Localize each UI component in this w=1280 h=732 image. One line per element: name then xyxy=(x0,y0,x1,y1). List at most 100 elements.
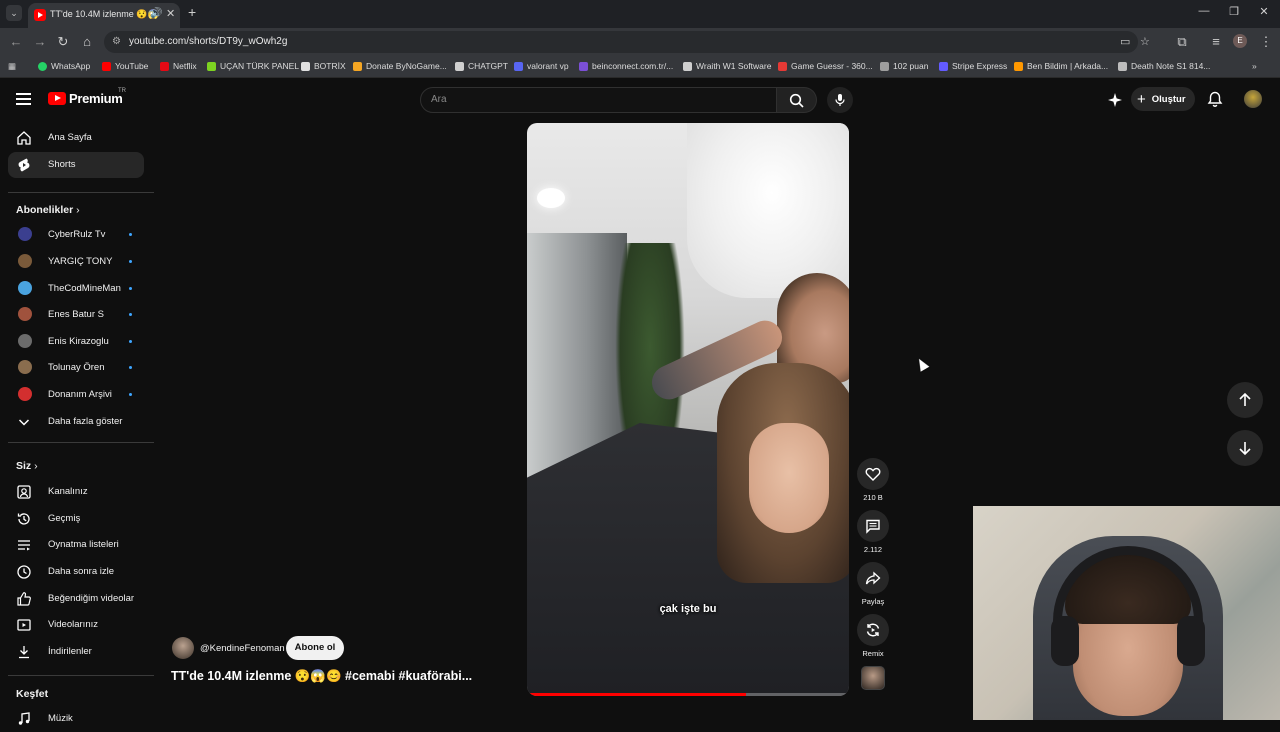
menu-kebab-icon[interactable]: ⋮ xyxy=(1258,34,1274,50)
sidebar-item-subscription[interactable]: Tolunay Ören xyxy=(8,355,144,381)
new-tab-button[interactable]: + xyxy=(188,4,196,20)
bookmark-item[interactable]: UÇAN TÜRK PANEL xyxy=(207,61,299,71)
forward-icon[interactable]: → xyxy=(32,34,48,49)
hamburger-menu-icon[interactable] xyxy=(16,93,31,105)
bookmark-item[interactable]: Wraith W1 Software xyxy=(683,61,771,71)
bookmark-item[interactable]: WhatsApp xyxy=(38,61,90,71)
next-short-button[interactable] xyxy=(1227,430,1263,466)
bookmark-item[interactable]: Game Guessr - 360... xyxy=(778,61,873,71)
avatar xyxy=(18,387,32,401)
speaker-icon[interactable]: 🔊 xyxy=(150,8,162,19)
subscribe-button[interactable]: Abone ol xyxy=(286,636,344,660)
avatar xyxy=(18,360,32,374)
playlist-icon xyxy=(18,540,30,551)
window-close-icon[interactable]: ✕ xyxy=(1254,5,1274,18)
bookmark-item[interactable]: beinconnect.com.tr/... xyxy=(579,61,673,71)
sidebar-item-label: Donanım Arşivi xyxy=(48,389,112,400)
channel-name[interactable]: @KendineFenoman xyxy=(200,643,285,654)
sound-thumbnail[interactable] xyxy=(861,666,885,690)
like-count: 210 B xyxy=(863,493,883,502)
bookmark-item[interactable]: Death Note S1 814... xyxy=(1118,61,1210,71)
previous-short-button[interactable] xyxy=(1227,382,1263,418)
maximize-icon[interactable]: ❐ xyxy=(1224,5,1244,18)
bookmark-item[interactable]: CHATGPT xyxy=(455,61,508,71)
reload-icon[interactable]: ↻ xyxy=(55,34,71,50)
sidebar-item-playlists[interactable]: Oynatma listeleri xyxy=(8,532,144,558)
new-content-dot xyxy=(129,340,132,343)
sidebar-item-subscription[interactable]: YARGIÇ TONY xyxy=(8,249,144,275)
search-button[interactable] xyxy=(777,87,817,113)
bookmark-item[interactable]: Stripe Express xyxy=(939,61,1007,71)
channel-avatar[interactable] xyxy=(172,637,194,659)
you-heading[interactable]: Siz › xyxy=(16,460,38,472)
back-icon[interactable]: ← xyxy=(8,34,24,49)
share-button[interactable] xyxy=(857,562,889,594)
sidebar-item-watch-later[interactable]: Daha sonra izle xyxy=(8,559,144,585)
sidebar-item-downloads[interactable]: İndirilenler xyxy=(8,639,144,665)
video-progress-bar[interactable] xyxy=(527,693,849,696)
download-icon xyxy=(19,646,29,659)
mouse-cursor-icon xyxy=(914,356,930,372)
bookmark-item[interactable]: BOTRİX xyxy=(301,61,346,71)
comments-button[interactable] xyxy=(857,510,889,542)
share-label: Paylaş xyxy=(861,597,885,606)
bookmark-item[interactable]: 102 puan xyxy=(880,61,928,71)
like-button[interactable] xyxy=(857,458,889,490)
more-bookmarks-icon[interactable]: » xyxy=(1252,61,1257,71)
sidebar-item-subscription[interactable]: TheCodMineMan xyxy=(8,276,144,302)
youtube-premium-logo[interactable]: Premium xyxy=(48,91,123,106)
browser-toolbar: ← → ↻ ⌂ ⚙ youtube.com/shorts/DT9y_wOwh2g… xyxy=(0,28,1280,56)
profile-avatar[interactable]: E xyxy=(1233,34,1247,48)
sidebar-item-subscription[interactable]: Donanım Arşivi xyxy=(8,382,144,408)
short-title[interactable]: TT'de 10.4M izlenme 😯😱😊 #cemabi #kuaföra… xyxy=(171,669,472,684)
browser-tab[interactable]: TT'de 10.4M izlenme 😯😱 🔊 ✕ xyxy=(28,3,180,28)
sidebar-item-liked-videos[interactable]: Beğendiğim videolar xyxy=(8,586,144,612)
show-more-button[interactable]: Daha fazla göster xyxy=(8,409,144,435)
bookmark-item[interactable]: YouTube xyxy=(102,61,148,71)
sidebar-item-home[interactable]: Ana Sayfa xyxy=(8,125,144,151)
remix-button[interactable] xyxy=(857,614,889,646)
address-bar[interactable]: ⚙ youtube.com/shorts/DT9y_wOwh2g ▭ ☆ xyxy=(104,31,1150,53)
media-controls-icon[interactable]: ≡ xyxy=(1208,34,1224,49)
bookmark-item[interactable]: valorant vp xyxy=(514,61,569,71)
sidebar-item-subscription[interactable]: CyberRulz Tv xyxy=(8,222,144,248)
home-icon xyxy=(17,131,31,145)
tab-search-button[interactable]: ⌄ xyxy=(6,5,22,21)
account-avatar[interactable] xyxy=(1244,90,1262,108)
sidebar-item-history[interactable]: Geçmiş xyxy=(8,506,144,532)
bookmark-item[interactable]: Donate ByNoGame... xyxy=(353,61,447,71)
comment-count: 2.112 xyxy=(863,545,883,554)
chevron-right-icon: › xyxy=(34,460,38,472)
sidebar-item-your-channel[interactable]: Kanalınız xyxy=(8,479,144,505)
create-button[interactable]: + Oluştur xyxy=(1131,87,1195,111)
bookmark-star-icon[interactable]: ☆ xyxy=(1140,35,1150,48)
extensions-icon[interactable]: ⧉ xyxy=(1174,34,1190,50)
sidebar-item-music[interactable]: Müzik xyxy=(8,706,144,732)
remix-label: Remix xyxy=(862,649,884,658)
sidebar-item-your-videos[interactable]: Videolarınız xyxy=(8,612,144,638)
sparkle-icon[interactable] xyxy=(1106,91,1124,109)
voice-search-button[interactable] xyxy=(827,87,853,113)
new-content-dot xyxy=(129,313,132,316)
region-code: TR xyxy=(118,88,126,94)
cast-icon[interactable]: ▭ xyxy=(1120,35,1130,48)
sidebar: Ana Sayfa Shorts Abonelikler › CyberRulz… xyxy=(0,122,154,725)
shorts-video-player[interactable]: çak işte bu xyxy=(527,123,849,696)
bookmark-item[interactable]: Netflix xyxy=(160,61,197,71)
botrix-icon xyxy=(301,61,310,71)
site-info-icon[interactable]: ⚙ xyxy=(112,36,121,47)
sidebar-item-subscription[interactable]: Enis Kirazoglu xyxy=(8,329,144,355)
subscriptions-heading[interactable]: Abonelikler › xyxy=(16,204,80,216)
sidebar-item-subscription[interactable]: Enes Batur S xyxy=(8,302,144,328)
sidebar-item-label: Kanalınız xyxy=(48,486,88,497)
minimize-icon[interactable]: — xyxy=(1194,5,1214,17)
search-icon xyxy=(789,93,804,108)
bookmark-item[interactable]: Ben Bildim | Arkada... xyxy=(1014,61,1108,71)
notifications-bell-icon[interactable] xyxy=(1206,90,1224,108)
search-input[interactable]: Ara xyxy=(420,87,777,113)
close-tab-icon[interactable]: ✕ xyxy=(166,7,175,20)
home-icon[interactable]: ⌂ xyxy=(79,34,95,49)
apps-grid-icon[interactable]: ▦ xyxy=(8,61,16,72)
microphone-icon xyxy=(835,94,845,106)
sidebar-item-shorts[interactable]: Shorts xyxy=(8,152,144,178)
